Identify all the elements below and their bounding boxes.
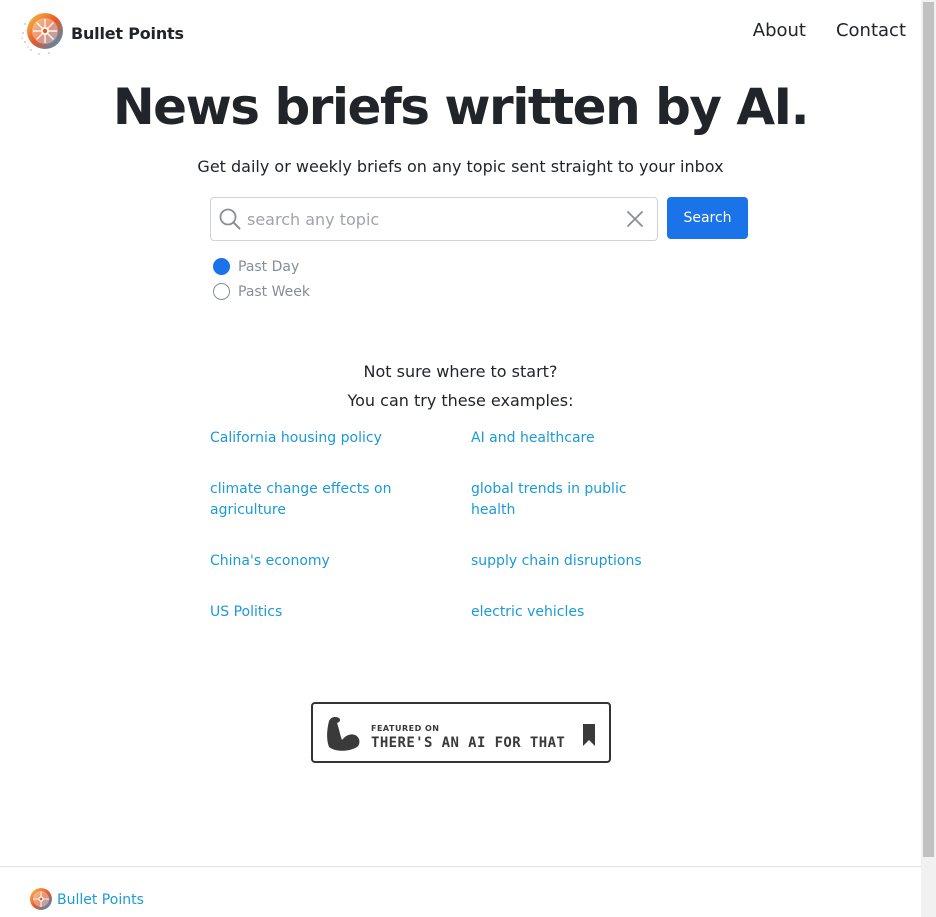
radio-label: Past Week	[238, 283, 310, 300]
example-link[interactable]: California housing policy	[210, 428, 400, 449]
example-link[interactable]: AI and healthcare	[471, 428, 661, 449]
example-link[interactable]: supply chain disruptions	[471, 551, 661, 572]
page-title: News briefs written by AI.	[112, 78, 810, 136]
radio-checked-icon[interactable]	[213, 258, 230, 275]
footer-brand-link[interactable]: Bullet Points	[27, 886, 144, 913]
close-icon[interactable]	[625, 209, 645, 229]
footer-brand-name: Bullet Points	[57, 891, 144, 908]
radio-label: Past Day	[238, 258, 300, 275]
badge-small-text: FEATURED ON	[371, 724, 440, 733]
radio-past-day[interactable]: Past Day	[213, 258, 299, 275]
brand-link[interactable]: Bullet Points	[19, 10, 184, 56]
brand-logo-icon	[21, 13, 63, 55]
example-link[interactable]: global trends in public health	[471, 479, 661, 521]
examples-heading: Not sure where to start?	[363, 362, 558, 381]
brand-name: Bullet Points	[71, 23, 184, 43]
example-link[interactable]: climate change effects on agriculture	[210, 479, 400, 521]
example-link[interactable]: China's economy	[210, 551, 400, 572]
header: Bullet Points About Contact	[0, 0, 921, 64]
bookmark-icon	[583, 724, 595, 746]
featured-badge-link[interactable]: FEATURED ON THERE'S AN AI FOR THAT	[311, 702, 611, 763]
scrollbar-thumb[interactable]	[923, 2, 934, 857]
radio-unchecked-icon[interactable]	[213, 283, 230, 300]
nav-contact-link[interactable]: Contact	[836, 20, 906, 41]
example-link[interactable]: US Politics	[210, 602, 400, 623]
radio-past-week[interactable]: Past Week	[213, 283, 310, 300]
brand-logo-icon	[30, 888, 52, 910]
page-scrollbar[interactable]	[921, 0, 936, 917]
page-subtitle: Get daily or weekly briefs on any topic …	[197, 157, 724, 176]
nav-about-link[interactable]: About	[753, 20, 806, 41]
footer: Bullet Points	[0, 866, 921, 917]
top-nav: About Contact	[753, 20, 906, 41]
page: Bullet Points About Contact News briefs …	[0, 0, 921, 917]
flexed-arm-icon	[327, 717, 360, 751]
badge-large-text: THERE'S AN AI FOR THAT	[371, 735, 566, 751]
search-icon	[219, 208, 241, 230]
example-link[interactable]: electric vehicles	[471, 602, 661, 623]
search-button[interactable]: Search	[667, 197, 748, 239]
search-box	[210, 197, 658, 241]
examples-subheading: You can try these examples:	[347, 391, 574, 410]
search-input[interactable]	[247, 206, 617, 232]
